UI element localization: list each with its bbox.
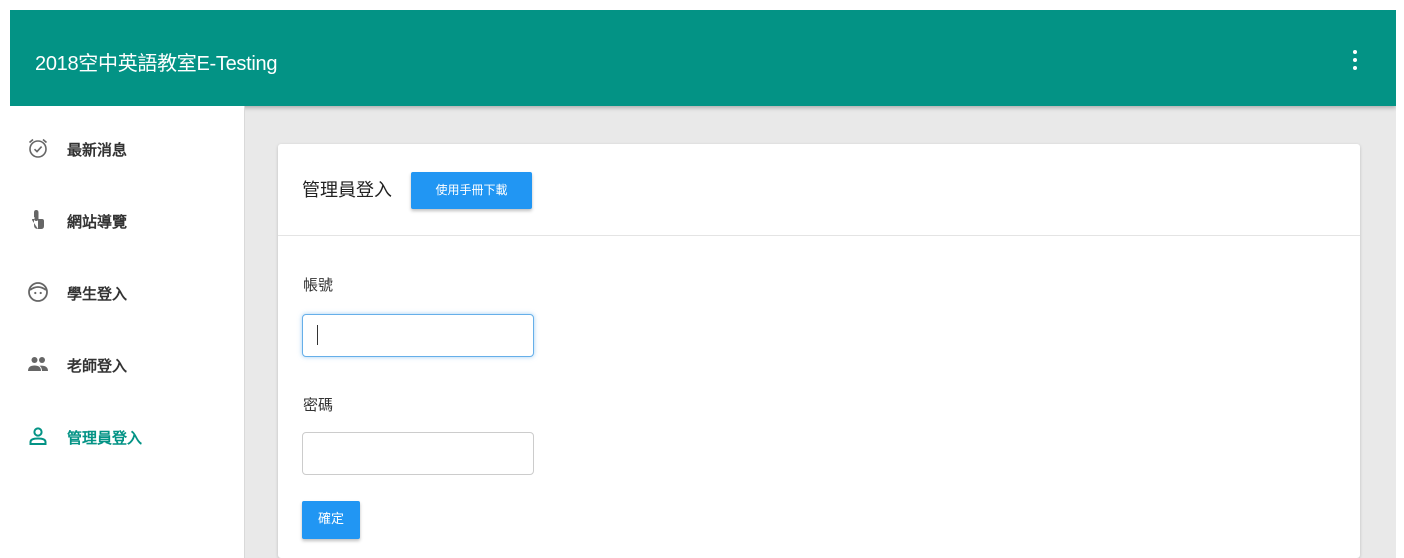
- card-header: 管理員登入 使用手冊下載: [278, 144, 1360, 236]
- confirm-button[interactable]: 確定: [302, 501, 360, 539]
- sidebar-nav: 最新消息 網站導覽 學生登入 老師登入 管理員登入: [10, 106, 245, 558]
- password-input[interactable]: [302, 432, 534, 475]
- sidebar-item-student-login[interactable]: 學生登入: [10, 268, 244, 316]
- more-vert-icon: [1353, 50, 1357, 54]
- app-window: 2018空中英語教室E-Testing 最新消息 網站導覽 學生登入 老師登入 …: [10, 10, 1396, 558]
- text-caret: [317, 325, 318, 345]
- account-label: 帳號: [303, 276, 334, 294]
- sidebar-item-label: 學生登入: [67, 285, 128, 303]
- sidebar-item-label: 網站導覽: [67, 213, 128, 231]
- touch-hand-icon: [32, 210, 44, 229]
- more-vert-icon-dot: [1353, 66, 1357, 70]
- sidebar-item-label: 管理員登入: [67, 429, 143, 447]
- account-input[interactable]: [302, 314, 534, 357]
- person-outline-icon: [29, 427, 47, 445]
- sidebar-item-label: 最新消息: [67, 141, 128, 159]
- sidebar-item-news[interactable]: 最新消息: [10, 124, 244, 172]
- sidebar-item-teacher-login[interactable]: 老師登入: [10, 340, 244, 388]
- app-bar: 2018空中英語教室E-Testing: [10, 10, 1396, 106]
- more-vert-icon-dot: [1353, 58, 1357, 62]
- app-title: 2018空中英語教室E-Testing: [35, 53, 278, 75]
- alarm-check-icon: [28, 138, 48, 158]
- sidebar-item-label: 老師登入: [67, 357, 128, 375]
- more-options-button[interactable]: [1343, 46, 1367, 74]
- people-icon: [28, 357, 48, 371]
- admin-login-card: 管理員登入 使用手冊下載 帳號 密碼 確定: [278, 144, 1360, 558]
- card-title: 管理員登入: [302, 180, 392, 201]
- password-label: 密碼: [303, 396, 334, 414]
- face-icon: [28, 282, 48, 302]
- sidebar-item-site-guide[interactable]: 網站導覽: [10, 196, 244, 244]
- sidebar-item-admin-login[interactable]: 管理員登入: [10, 412, 244, 460]
- manual-download-button[interactable]: 使用手冊下載: [411, 172, 532, 209]
